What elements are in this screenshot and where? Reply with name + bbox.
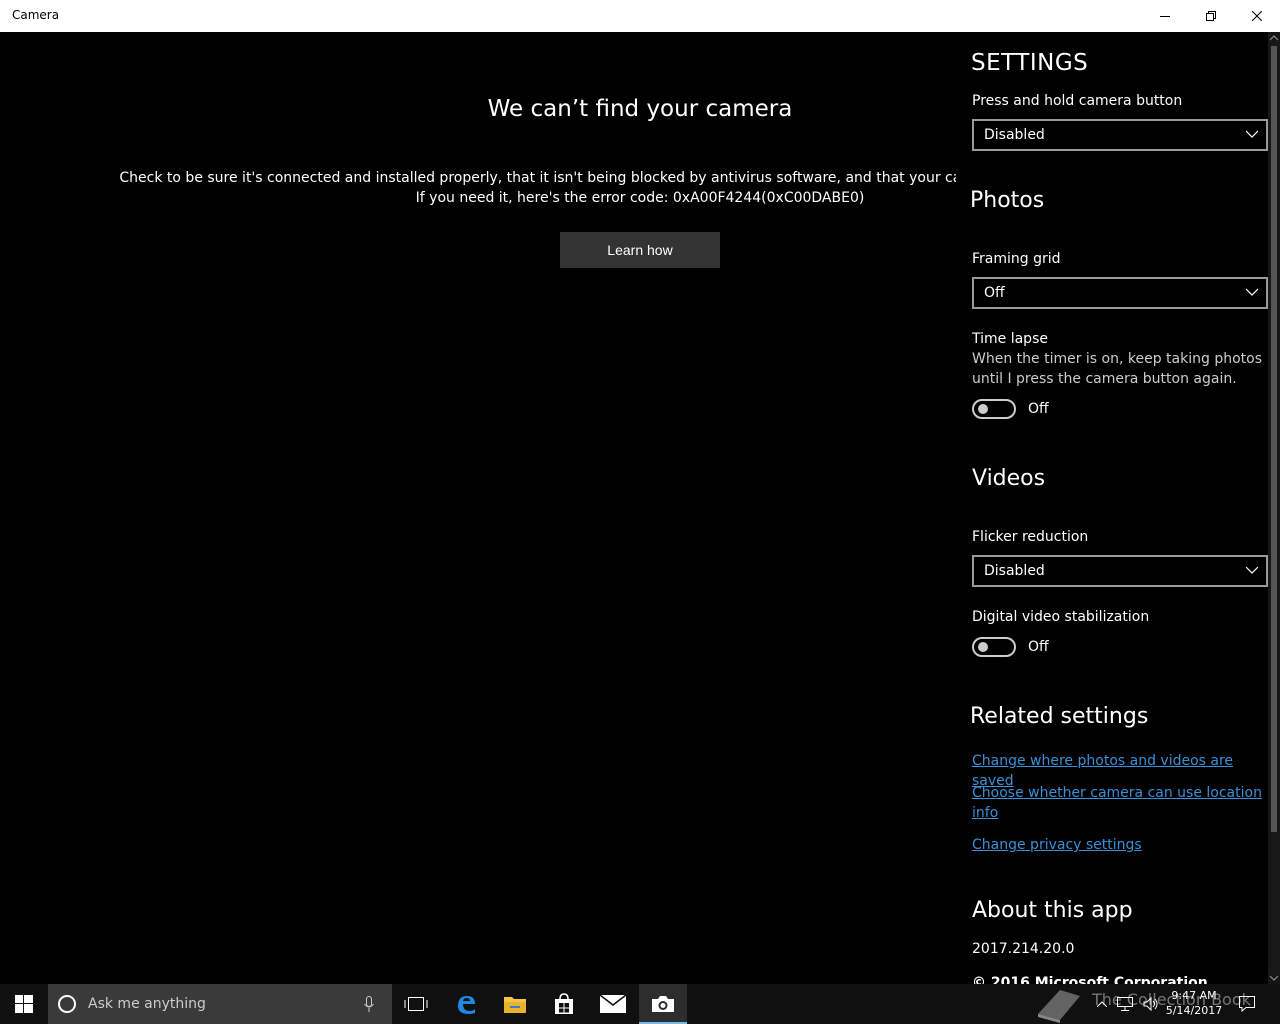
window-title: Camera — [12, 8, 60, 22]
microphone-icon[interactable] — [364, 996, 374, 1012]
chevron-down-icon — [1246, 130, 1258, 138]
file-explorer-button[interactable] — [491, 984, 539, 1024]
stabilization-label: Digital video stabilization — [972, 609, 1150, 625]
network-button[interactable] — [1114, 984, 1136, 1024]
title-bar: Camera — [0, 0, 1280, 32]
videos-heading: Videos — [972, 466, 1046, 491]
taskbar: Ask me anything The Collection Book 9:47… — [0, 984, 1280, 1024]
mail-button[interactable] — [589, 984, 637, 1024]
minimize-icon — [1160, 16, 1170, 17]
close-icon — [1252, 11, 1262, 21]
app-version: 2017.214.20.0 — [972, 941, 1075, 957]
task-view-button[interactable] — [392, 984, 440, 1024]
mail-icon — [600, 995, 626, 1013]
book-watermark-icon — [1038, 990, 1080, 1023]
chevron-down-icon — [1246, 288, 1258, 296]
camera-app-button[interactable] — [639, 984, 687, 1024]
edge-button[interactable] — [442, 984, 490, 1024]
cortana-icon — [58, 995, 76, 1013]
store-icon — [555, 993, 573, 1014]
restore-icon — [1206, 11, 1216, 21]
notification-icon — [1239, 996, 1255, 1012]
scroll-up-icon[interactable] — [1270, 34, 1278, 42]
clock-time: 9:47 AM — [1171, 989, 1217, 1002]
show-hidden-icons-button[interactable] — [1092, 984, 1112, 1024]
network-icon — [1117, 997, 1133, 1011]
search-box[interactable]: Ask me anything — [48, 984, 392, 1024]
flicker-reduction-value: Disabled — [984, 563, 1045, 579]
time-lapse-label: Time lapse — [972, 331, 1048, 347]
time-lapse-description: When the timer is on, keep taking photos… — [972, 351, 1263, 387]
chevron-down-icon — [1246, 566, 1258, 574]
search-placeholder: Ask me anything — [88, 996, 206, 1012]
store-button[interactable] — [540, 984, 588, 1024]
link-location-info[interactable]: Choose whether camera can use location i… — [972, 783, 1262, 823]
flicker-reduction-select[interactable]: Disabled — [972, 555, 1268, 587]
clock-date: 5/14/2017 — [1165, 1004, 1223, 1017]
copyright: © 2016 Microsoft Corporation — [972, 975, 1208, 984]
folder-icon — [504, 997, 526, 1013]
flicker-reduction-label: Flicker reduction — [972, 529, 1089, 545]
time-lapse-toggle[interactable] — [972, 399, 1016, 419]
volume-icon — [1143, 997, 1158, 1011]
chevron-up-icon — [1097, 1001, 1107, 1007]
framing-grid-value: Off — [984, 285, 1005, 301]
photos-heading: Photos — [970, 188, 1045, 213]
camera-button-value: Disabled — [984, 127, 1045, 143]
minimize-button[interactable] — [1142, 0, 1188, 32]
edge-icon — [458, 996, 475, 1014]
scroll-down-icon[interactable] — [1270, 974, 1278, 982]
camera-button-label: Press and hold camera button — [972, 93, 1183, 109]
related-settings-heading: Related settings — [970, 704, 1149, 729]
learn-how-button[interactable]: Learn how — [560, 232, 720, 268]
settings-panel: SETTINGS Press and hold camera button Di… — [956, 32, 1268, 984]
close-button[interactable] — [1234, 0, 1280, 32]
volume-button[interactable] — [1140, 984, 1162, 1024]
about-heading: About this app — [972, 898, 1133, 923]
start-button[interactable] — [0, 984, 48, 1024]
framing-grid-label: Framing grid — [972, 251, 1061, 267]
camera-button-select[interactable]: Disabled — [972, 119, 1268, 151]
camera-icon — [652, 996, 674, 1012]
clock[interactable]: 9:47 AM 5/14/2017 — [1164, 988, 1224, 1018]
restore-button[interactable] — [1188, 0, 1234, 32]
toggle-knob — [978, 642, 988, 652]
settings-heading: SETTINGS — [971, 50, 1089, 76]
windows-logo-icon — [15, 995, 33, 1013]
framing-grid-select[interactable]: Off — [972, 277, 1268, 309]
link-privacy-settings[interactable]: Change privacy settings — [972, 835, 1142, 855]
scrollbar-thumb[interactable] — [1271, 46, 1277, 832]
time-lapse-state: Off — [1028, 401, 1049, 417]
stabilization-toggle[interactable] — [972, 637, 1016, 657]
settings-scrollbar[interactable] — [1268, 32, 1280, 984]
toggle-knob — [978, 404, 988, 414]
stabilization-state: Off — [1028, 639, 1049, 655]
task-view-icon — [404, 997, 428, 1011]
action-center-button[interactable] — [1232, 984, 1262, 1024]
